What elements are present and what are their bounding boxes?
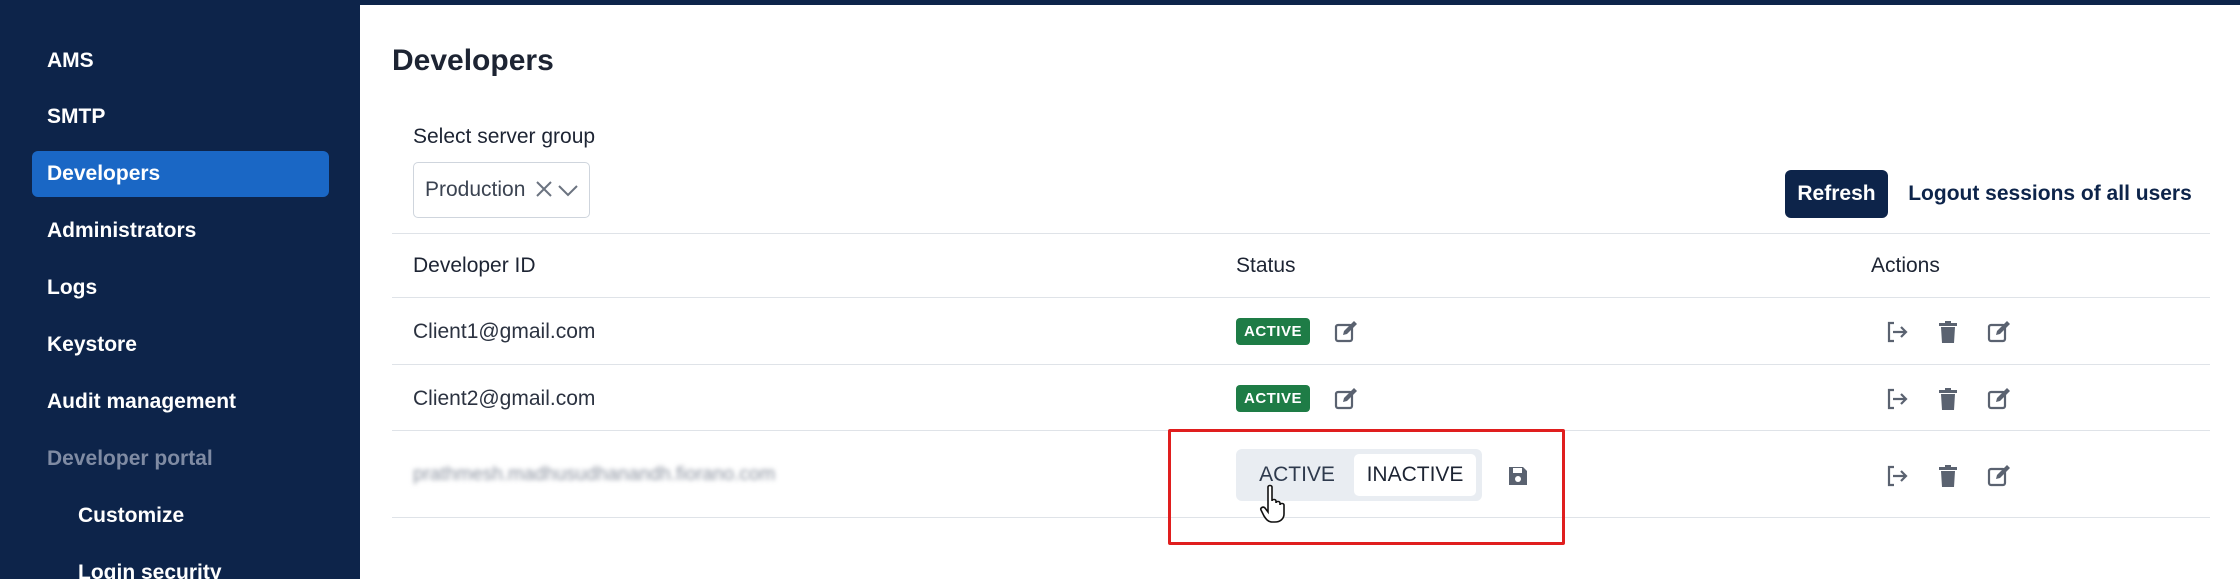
sidebar-item-developers[interactable]: Developers xyxy=(32,151,329,197)
edit-icon[interactable] xyxy=(1986,463,2012,489)
sidebar-item-developer-portal[interactable]: Developer portal xyxy=(32,436,329,482)
developer-id-cell: Client2@gmail.com xyxy=(413,387,596,410)
edit-status-icon[interactable] xyxy=(1333,386,1359,412)
sidebar-item-smtp[interactable]: SMTP xyxy=(32,94,329,140)
edit-icon[interactable] xyxy=(1986,319,2012,345)
sidebar-item-login-security[interactable]: Login security xyxy=(64,550,329,579)
logout-all-sessions-button[interactable]: Logout sessions of all users xyxy=(1905,170,2195,218)
sidebar-item-logs[interactable]: Logs xyxy=(32,265,329,311)
sidebar: AMS SMTP Developers Administrators Logs … xyxy=(0,0,360,579)
page-title: Developers xyxy=(392,44,554,77)
chevron-down-icon[interactable] xyxy=(555,179,581,201)
sidebar-item-customize[interactable]: Customize xyxy=(64,493,329,539)
edit-status-icon[interactable] xyxy=(1333,319,1359,345)
server-group-value: Production xyxy=(425,178,526,201)
developer-id-cell-blurred: prathmesh.madhusudhanandh.fiorano.com xyxy=(413,464,776,485)
sidebar-item-audit-management[interactable]: Audit management xyxy=(32,379,329,425)
logout-icon[interactable] xyxy=(1884,319,1910,345)
trash-icon[interactable] xyxy=(1935,319,1961,345)
header-divider xyxy=(392,297,2210,298)
table-top-divider xyxy=(392,233,2210,234)
column-header-status: Status xyxy=(1236,254,1296,277)
annotation-highlight-box xyxy=(1168,429,1565,545)
refresh-button[interactable]: Refresh xyxy=(1785,170,1888,218)
logout-icon[interactable] xyxy=(1884,463,1910,489)
sidebar-item-keystore[interactable]: Keystore xyxy=(32,322,329,368)
column-header-developer-id: Developer ID xyxy=(413,254,536,277)
server-group-select[interactable]: Production xyxy=(413,162,590,218)
status-badge: ACTIVE xyxy=(1236,385,1310,412)
server-group-label: Select server group xyxy=(413,125,596,148)
developer-id-cell: Client1@gmail.com xyxy=(413,320,596,343)
row-divider xyxy=(392,364,2210,365)
logout-icon[interactable] xyxy=(1884,386,1910,412)
column-header-actions: Actions xyxy=(1871,254,1940,277)
trash-icon[interactable] xyxy=(1935,463,1961,489)
sidebar-item-administrators[interactable]: Administrators xyxy=(32,208,329,254)
edit-icon[interactable] xyxy=(1986,386,2012,412)
sidebar-item-ams[interactable]: AMS xyxy=(32,38,329,84)
clear-icon[interactable] xyxy=(532,177,556,201)
hand-pointer-icon xyxy=(1259,484,1287,524)
trash-icon[interactable] xyxy=(1935,386,1961,412)
status-badge: ACTIVE xyxy=(1236,318,1310,345)
top-border xyxy=(360,0,2240,5)
